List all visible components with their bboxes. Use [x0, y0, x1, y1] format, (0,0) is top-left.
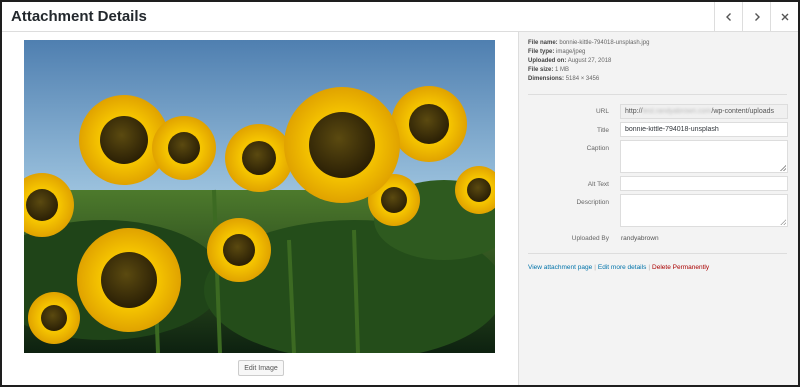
url-label: URL — [595, 108, 609, 115]
file-type-label: File type: — [528, 49, 555, 55]
uploaded-by-value: randyabrown — [621, 235, 659, 242]
description-label: Description — [576, 199, 609, 206]
close-button[interactable] — [770, 2, 798, 32]
delete-permanently-link[interactable]: Delete Permanently — [652, 264, 709, 271]
attachment-info-pane: File name: bonnie-kittle-794018-unsplash… — [518, 32, 798, 385]
view-attachment-page-link[interactable]: View attachment page — [528, 264, 592, 271]
chevron-right-icon — [754, 13, 760, 21]
resize-grip-icon[interactable] — [780, 219, 786, 225]
description-field[interactable] — [620, 194, 788, 227]
file-name-value: bonnie-kittle-794018-unsplash.jpg — [559, 40, 650, 46]
attachment-details-modal: Attachment Details Edit Image File name:… — [2, 2, 798, 385]
file-name-label: File name: — [528, 40, 558, 46]
url-field[interactable]: http://test.randyabrown.com/wp-content/u… — [620, 104, 788, 119]
modal-header: Attachment Details — [2, 2, 798, 32]
alt-text-field[interactable] — [620, 176, 788, 191]
url-domain: test.randyabrown.com — [642, 108, 712, 115]
modal-title: Attachment Details — [11, 8, 147, 25]
url-suffix: /wp-content/uploads — [711, 108, 775, 115]
image-preview-pane: Edit Image — [2, 32, 518, 385]
file-size-label: File size: — [528, 67, 554, 73]
uploaded-on-value: August 27, 2018 — [567, 58, 612, 64]
uploaded-by-label: Uploaded By — [571, 235, 609, 242]
dimensions-value: 5184 × 3456 — [565, 76, 600, 82]
previous-button[interactable] — [714, 2, 742, 32]
dimensions-label: Dimensions: — [528, 76, 565, 82]
alt-text-label: Alt Text — [587, 181, 609, 188]
next-button[interactable] — [742, 2, 770, 32]
file-type-value: image/jpeg — [556, 49, 586, 55]
edit-image-button[interactable]: Edit Image — [238, 360, 284, 376]
title-label: Title — [596, 127, 609, 134]
close-icon — [781, 13, 788, 21]
divider — [528, 253, 787, 254]
divider — [528, 94, 787, 95]
file-details: File name: bonnie-kittle-794018-unsplash… — [528, 39, 649, 84]
uploaded-on-label: Uploaded on: — [528, 58, 567, 64]
edit-more-details-link[interactable]: Edit more details — [598, 264, 646, 271]
chevron-left-icon — [725, 13, 731, 21]
title-field[interactable] — [620, 122, 788, 137]
attachment-actions: View attachment page | Edit more details | D… — [528, 264, 709, 271]
caption-label: Caption — [586, 145, 609, 152]
caption-field[interactable] — [620, 140, 788, 173]
resize-grip-icon[interactable] — [780, 165, 786, 171]
url-prefix: http:// — [625, 108, 643, 115]
attachment-image — [24, 40, 495, 353]
file-size-value: 1 MB — [555, 67, 570, 73]
